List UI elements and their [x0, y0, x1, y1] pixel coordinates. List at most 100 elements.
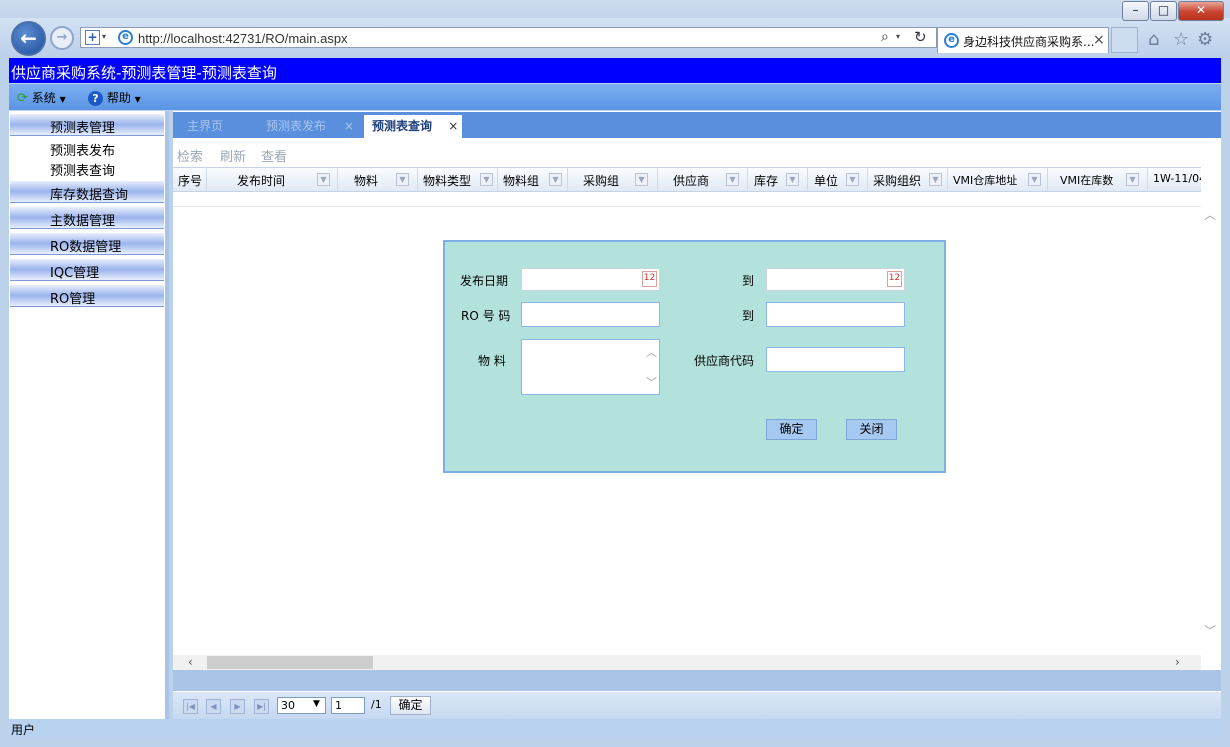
scroll-up-icon[interactable]: ︿ [1204, 206, 1216, 223]
column-menu-icon[interactable]: ▼ [726, 173, 739, 186]
search-icon[interactable]: ⌕ [881, 29, 889, 45]
ro-to-label: 到 [742, 309, 755, 323]
column-label: 物料组 [503, 174, 540, 188]
column-menu-icon[interactable]: ▼ [786, 173, 799, 186]
column-label: 采购组织 [873, 174, 922, 188]
column-header[interactable]: VMI在库数 ▼ [1048, 168, 1148, 191]
column-header[interactable]: 单位 ▼ [808, 168, 868, 191]
page-size-select[interactable]: 30 ▼ [277, 697, 326, 714]
column-header[interactable]: 物料组 ▼ [498, 168, 568, 191]
search-button[interactable]: 检索 [177, 146, 203, 165]
column-header[interactable]: 发布时间 ▼ [207, 168, 338, 191]
column-menu-icon[interactable]: ▼ [549, 173, 562, 186]
sidebar-group-ro[interactable]: RO管理 [10, 285, 164, 307]
column-header[interactable]: 物料 ▼ [338, 168, 418, 191]
horizontal-scrollbar[interactable]: ‹ › [173, 655, 1201, 670]
column-menu-icon[interactable]: ▼ [1126, 173, 1139, 186]
column-menu-icon[interactable]: ▼ [635, 173, 648, 186]
sidebar-group-label: 库存数据查询 [50, 188, 129, 203]
calendar-icon[interactable]: 12 [887, 271, 902, 287]
date-to-label: 到 [742, 274, 755, 288]
sidebar-group-inventory[interactable]: 库存数据查询 [10, 181, 164, 203]
tab-close-icon[interactable]: × [344, 119, 354, 133]
column-menu-icon[interactable]: ▼ [317, 173, 330, 186]
address-bar[interactable]: + ▾ e http://localhost:42731/RO/main.asp… [80, 27, 937, 48]
dropdown-arrow-icon[interactable]: ▾ [102, 32, 106, 41]
window-close-button[interactable]: ✕ [1178, 1, 1224, 21]
forward-button[interactable]: → [50, 26, 74, 50]
column-menu-icon[interactable]: ▼ [480, 173, 493, 186]
column-menu-icon[interactable]: ▼ [1028, 173, 1041, 186]
menu-help-label: 帮助 [106, 91, 131, 105]
ie-page-icon: e [118, 30, 133, 45]
refresh-button[interactable]: 刷新 [220, 146, 246, 165]
maximize-button[interactable]: □ [1150, 1, 1177, 21]
sidebar-group-iqc[interactable]: IQC管理 [10, 259, 164, 281]
material-textarea[interactable]: ︿ ﹀ [521, 339, 660, 395]
publish-date-to-input[interactable]: 12 [766, 268, 905, 291]
ie-tab-icon: e [944, 33, 959, 48]
scroll-left-icon[interactable]: ‹ [188, 655, 193, 669]
sidebar-item-forecast-query[interactable]: 预测表查询 [50, 160, 115, 179]
sidebar-group-master-data[interactable]: 主数据管理 [10, 207, 164, 229]
tab-forecast-query[interactable]: 预测表查询 × [364, 115, 462, 138]
sidebar-group-forecast[interactable]: 预测表管理 [10, 114, 164, 136]
go-page-button[interactable]: 确定 [390, 696, 431, 715]
vertical-scrollbar[interactable]: ︿ ﹀ [1201, 192, 1220, 655]
menu-system[interactable]: ⟳ 系统 ▼ [17, 89, 66, 106]
tab-home[interactable]: 主界页 [187, 115, 223, 138]
refresh-page-icon[interactable]: ↻ [914, 28, 927, 46]
column-header[interactable]: 序号 [173, 168, 207, 191]
column-header[interactable]: 采购组 ▼ [568, 168, 658, 191]
column-label: 发布时间 [237, 174, 286, 188]
menu-bar: ⟳ 系统 ▼ ? 帮助 ▼ [9, 84, 1221, 110]
column-header[interactable]: 1W-11/04 [1148, 168, 1201, 191]
scroll-up-icon[interactable]: ︿ [646, 344, 657, 360]
view-button[interactable]: 查看 [261, 146, 287, 165]
chevron-down-icon: ▼ [313, 699, 320, 709]
last-page-icon[interactable]: ▶| [254, 699, 269, 714]
column-label: VMI仓库地址 [953, 174, 1018, 187]
settings-gear-icon[interactable]: ⚙ [1197, 29, 1213, 50]
prev-page-icon[interactable]: ◀ [206, 699, 221, 714]
confirm-button[interactable]: 确定 [766, 419, 817, 440]
ro-number-from-input[interactable] [521, 302, 660, 327]
scroll-thumb[interactable] [207, 656, 373, 669]
minimize-button[interactable]: – [1122, 1, 1149, 21]
compat-view-icon[interactable]: + [85, 30, 100, 45]
sidebar-group-ro-data[interactable]: RO数据管理 [10, 233, 164, 255]
home-icon[interactable]: ⌂ [1148, 29, 1159, 50]
next-page-icon[interactable]: ▶ [230, 699, 245, 714]
close-button[interactable]: 关闭 [846, 419, 897, 440]
sidebar-item-forecast-publish[interactable]: 预测表发布 [50, 140, 115, 159]
favorites-star-icon[interactable]: ☆ [1173, 29, 1189, 50]
search-dropdown-icon[interactable]: ▾ [896, 32, 900, 41]
new-tab-button[interactable] [1111, 27, 1138, 53]
back-button[interactable]: ← [11, 21, 46, 56]
ro-number-to-input[interactable] [766, 302, 905, 327]
scroll-down-icon[interactable]: ﹀ [646, 374, 657, 390]
menu-help[interactable]: ? 帮助 ▼ [88, 89, 141, 106]
column-header[interactable]: VMI仓库地址 ▼ [948, 168, 1048, 191]
column-header[interactable]: 库存 ▼ [748, 168, 808, 191]
tab-close-icon[interactable]: × [448, 119, 458, 133]
sidebar-group-label: RO管理 [50, 292, 96, 307]
column-menu-icon[interactable]: ▼ [846, 173, 859, 186]
scroll-right-icon[interactable]: › [1175, 655, 1180, 669]
page-input[interactable]: 1 [331, 697, 365, 714]
scroll-down-icon[interactable]: ﹀ [1204, 622, 1216, 639]
column-header[interactable]: 采购组织 ▼ [868, 168, 948, 191]
browser-tab[interactable]: e 身边科技供应商采购系... × [937, 27, 1109, 53]
column-menu-icon[interactable]: ▼ [396, 173, 409, 186]
column-header[interactable]: 物料类型 ▼ [418, 168, 498, 191]
column-label: 单位 [814, 174, 839, 188]
first-page-icon[interactable]: |◀ [183, 699, 198, 714]
url-text[interactable]: http://localhost:42731/RO/main.aspx [138, 31, 348, 46]
column-header[interactable]: 供应商 ▼ [658, 168, 748, 191]
supplier-code-input[interactable] [766, 347, 905, 372]
calendar-icon[interactable]: 12 [642, 271, 657, 287]
publish-date-from-input[interactable]: 12 [521, 268, 660, 291]
tab-forecast-publish[interactable]: 预测表发布 × [266, 115, 354, 138]
column-menu-icon[interactable]: ▼ [929, 173, 942, 186]
browser-tab-close-icon[interactable]: × [1093, 32, 1105, 48]
